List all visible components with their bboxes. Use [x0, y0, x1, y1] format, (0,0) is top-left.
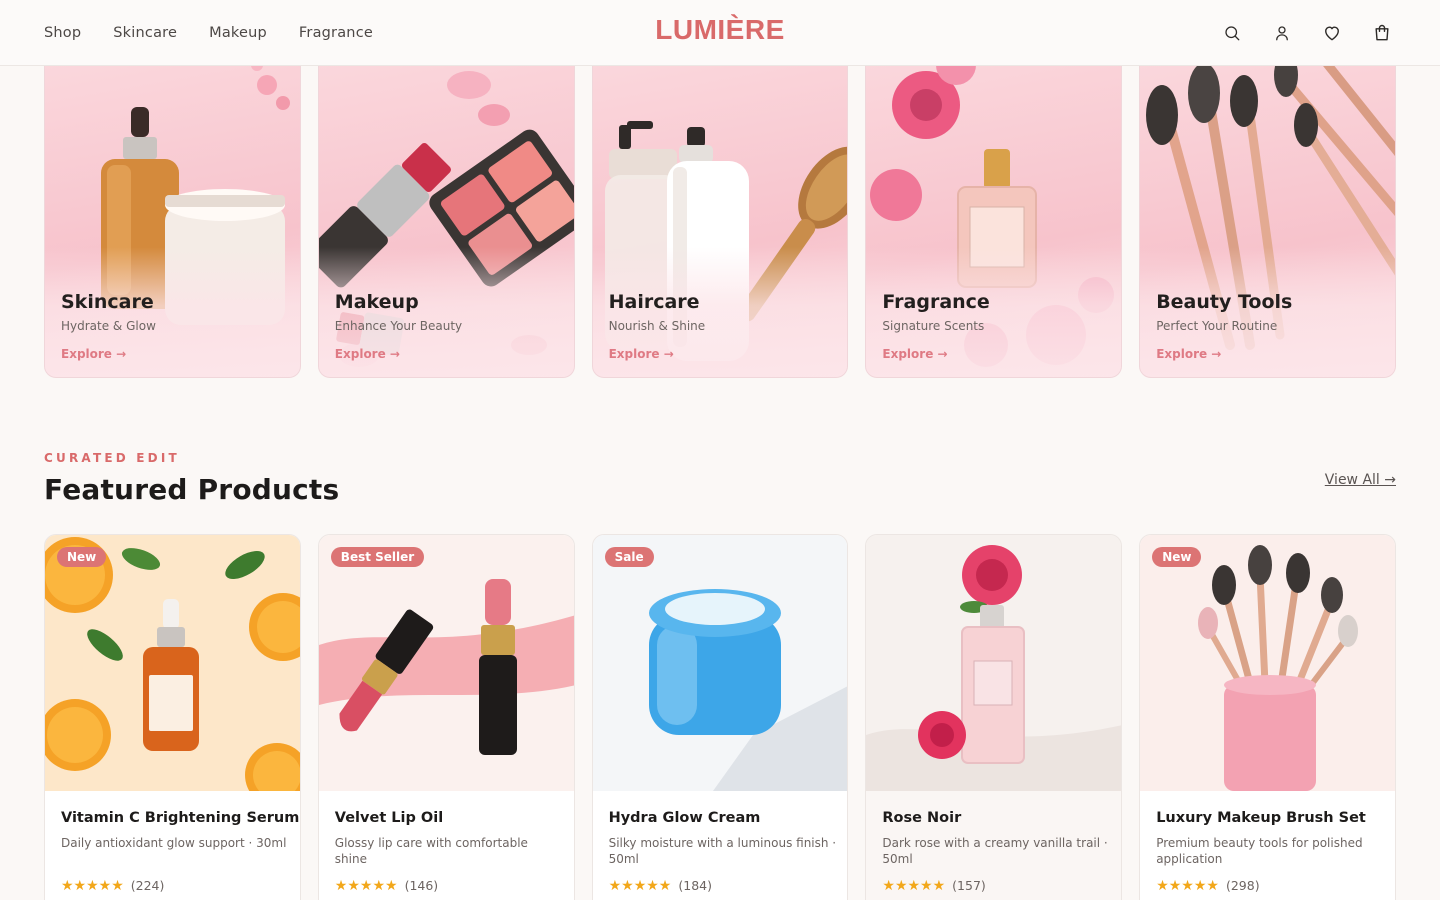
cart-icon[interactable]: [1368, 19, 1396, 47]
product-card[interactable]: New Vitamin C Brightening Serum Daily an…: [44, 534, 301, 900]
star-icons: ★★★★★: [608, 877, 672, 894]
section-title: Featured Products: [44, 473, 340, 506]
category-subtitle: Nourish & Shine: [608, 319, 706, 333]
category-subtitle: Enhance Your Beauty: [334, 319, 463, 333]
product-badge: Sale: [604, 547, 654, 567]
explore-link[interactable]: Explore →: [335, 347, 400, 361]
category-title: Makeup: [334, 291, 419, 313]
product-rating: ★★★★★ (146): [335, 878, 438, 893]
category-title: Beauty Tools: [1156, 291, 1293, 313]
category-title: Skincare: [61, 291, 154, 313]
product-description: Silky moisture with a luminous finish · …: [608, 836, 837, 866]
category-card-makeup[interactable]: Makeup Enhance Your Beauty Explore →: [317, 44, 575, 378]
explore-link[interactable]: Explore →: [61, 347, 126, 361]
category-card-haircare[interactable]: Haircare Nourish & Shine Explore →: [591, 44, 849, 378]
velvet-lip-oil-image: [318, 535, 574, 791]
product-name: Vitamin C Brightening Serum: [61, 810, 300, 826]
header-actions: [1218, 0, 1396, 66]
category-grid: Skincare Hydrate & Glow Explore → Makeup…: [44, 44, 1396, 378]
review-count: (184): [678, 878, 712, 893]
search-icon[interactable]: [1218, 19, 1246, 47]
explore-link[interactable]: Explore →: [609, 347, 674, 361]
product-description: Premium beauty tools for polished applic…: [1156, 836, 1363, 866]
star-icons: ★★★★★: [334, 877, 398, 894]
star-icons: ★★★★★: [61, 877, 124, 894]
product-card[interactable]: Rose Noir Dark rose with a creamy vanill…: [865, 534, 1123, 900]
product-name: Luxury Makeup Brush Set: [1156, 810, 1366, 826]
rose-noir-image: [866, 535, 1122, 791]
makeup-brush-set-image: [1140, 535, 1395, 791]
product-badge: New: [57, 547, 107, 567]
product-name: Rose Noir: [882, 810, 962, 826]
heart-icon[interactable]: [1318, 19, 1346, 47]
product-rating: ★★★★★ (224): [61, 878, 164, 893]
explore-link[interactable]: Explore →: [882, 347, 947, 361]
product-grid: New Vitamin C Brightening Serum Daily an…: [44, 534, 1396, 900]
site-header: Shop Skincare Makeup Fragrance LUMIÈRE: [0, 0, 1440, 66]
product-card[interactable]: New Luxury Makeup Brush Set Premium beau…: [1139, 534, 1396, 900]
product-badge: New: [1152, 547, 1202, 567]
category-subtitle: Signature Scents: [882, 319, 985, 333]
vitamin-c-serum-image: [45, 535, 300, 791]
hydra-glow-cream-image: [592, 535, 848, 791]
view-all-link[interactable]: View All →: [1325, 472, 1396, 488]
category-card-beauty-tools[interactable]: Beauty Tools Perfect Your Routine Explor…: [1139, 44, 1396, 378]
category-card-skincare[interactable]: Skincare Hydrate & Glow Explore →: [44, 44, 301, 378]
review-count: (224): [130, 878, 165, 893]
category-subtitle: Perfect Your Routine: [1156, 319, 1278, 333]
category-title: Haircare: [608, 291, 700, 313]
category-subtitle: Hydrate & Glow: [61, 319, 156, 333]
product-rating: ★★★★★ (157): [882, 878, 985, 893]
explore-link[interactable]: Explore →: [1156, 347, 1221, 361]
product-name: Velvet Lip Oil: [334, 810, 444, 826]
star-icons: ★★★★★: [1156, 877, 1219, 894]
user-icon[interactable]: [1268, 19, 1296, 47]
review-count: (146): [404, 878, 439, 893]
product-badge: Best Seller: [330, 547, 425, 567]
product-description: Dark rose with a creamy vanilla trail · …: [882, 836, 1108, 866]
product-rating: ★★★★★ (298): [1156, 878, 1259, 893]
product-card[interactable]: Sale Hydra Glow Cream Silky moisture wit…: [591, 534, 849, 900]
product-rating: ★★★★★ (184): [609, 878, 712, 893]
product-card[interactable]: Best Seller Velvet Lip Oil Glossy lip ca…: [317, 534, 575, 900]
section-eyebrow: CURATED EDIT: [44, 451, 180, 465]
review-count: (157): [952, 878, 986, 893]
product-description: Daily antioxidant glow support · 30ml: [61, 836, 287, 850]
review-count: (298): [1225, 878, 1260, 893]
category-card-fragrance[interactable]: Fragrance Signature Scents Explore →: [865, 44, 1123, 378]
category-title: Fragrance: [882, 291, 990, 313]
star-icons: ★★★★★: [882, 877, 946, 894]
product-name: Hydra Glow Cream: [608, 810, 761, 826]
product-description: Glossy lip care with comfortable shine: [334, 836, 528, 866]
